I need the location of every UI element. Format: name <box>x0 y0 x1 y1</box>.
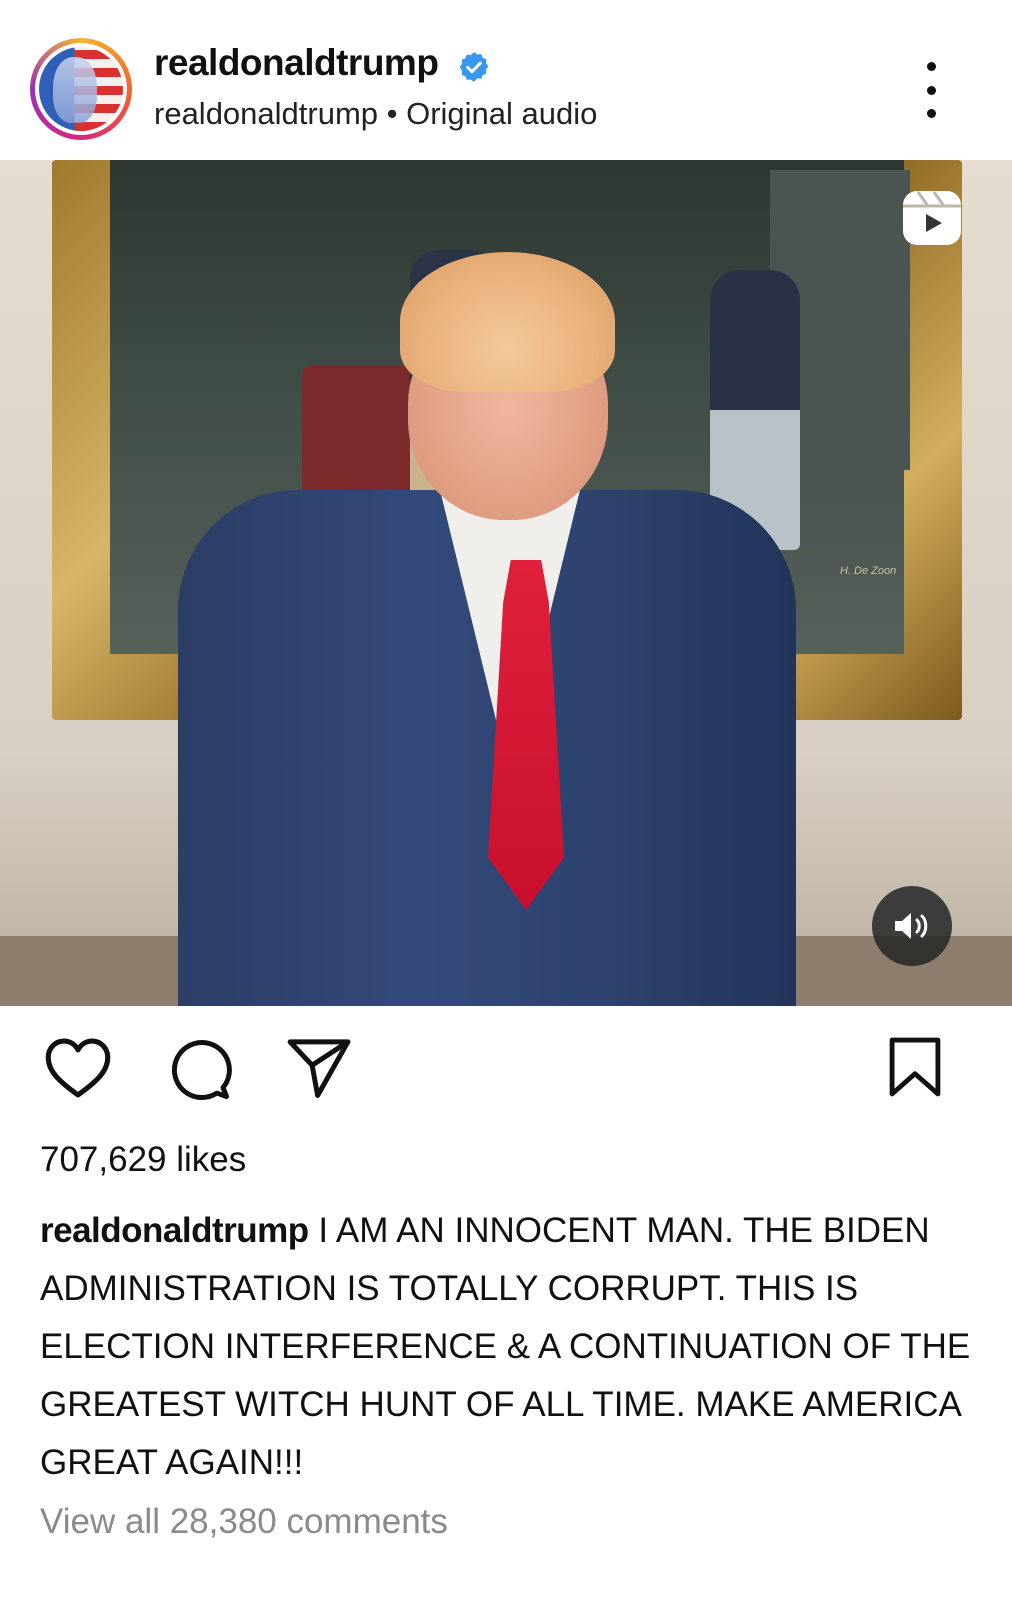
post-header: realdonaldtrump realdonaldtrump • Origin… <box>0 0 1012 160</box>
profile-avatar[interactable] <box>30 38 132 140</box>
caption-text: I AM AN INNOCENT MAN. THE BIDEN ADMINIST… <box>40 1211 971 1482</box>
avatar-face <box>53 57 97 123</box>
more-options-icon[interactable] <box>915 62 947 118</box>
person-hair <box>400 252 615 392</box>
heart-icon[interactable] <box>44 1036 112 1100</box>
paper-plane-icon[interactable] <box>286 1036 352 1100</box>
post-caption: realdonaldtrump I AM AN INNOCENT MAN. TH… <box>40 1202 980 1492</box>
verified-badge-icon <box>459 52 489 82</box>
view-all-comments-link[interactable]: View all 28,380 comments <box>40 1502 448 1542</box>
post-username[interactable]: realdonaldtrump <box>154 42 439 84</box>
caption-username[interactable]: realdonaldtrump <box>40 1211 309 1250</box>
likes-count[interactable]: 707,629 likes <box>40 1140 246 1180</box>
avatar-image <box>39 47 123 131</box>
speaker-icon <box>895 913 928 939</box>
sound-toggle-button[interactable] <box>872 886 952 966</box>
audio-subline[interactable]: realdonaldtrump • Original audio <box>154 96 597 132</box>
bookmark-icon[interactable] <box>886 1036 944 1098</box>
comment-bubble-icon[interactable] <box>166 1036 232 1102</box>
reels-icon <box>903 191 961 245</box>
painting-signature: H. De Zoon <box>840 565 897 577</box>
reel-video[interactable]: H. De Zoon <box>0 160 1012 1006</box>
